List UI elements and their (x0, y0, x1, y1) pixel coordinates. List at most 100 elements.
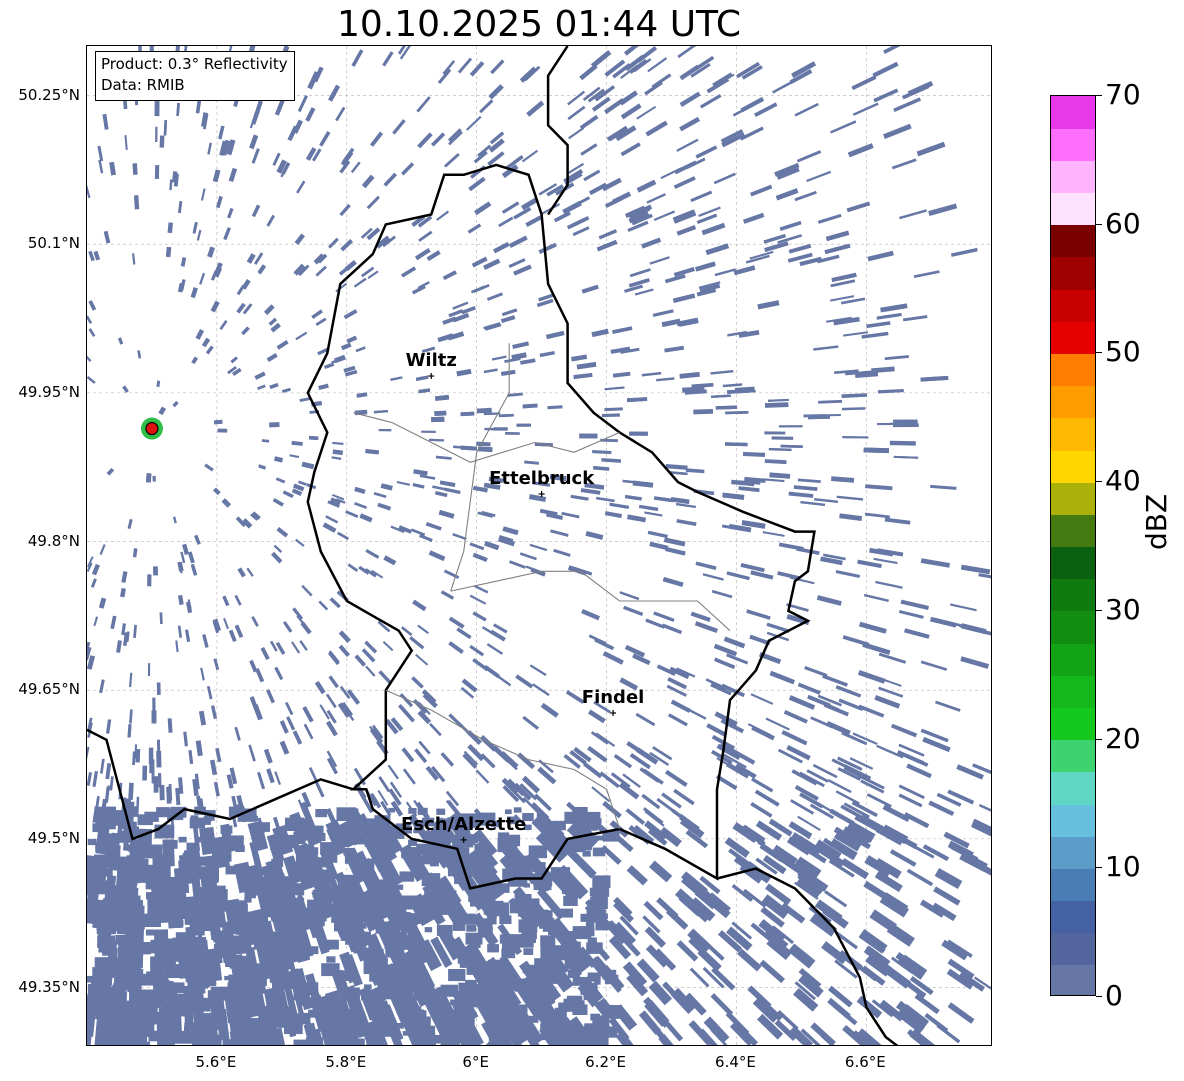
colorbar-segment (1051, 675, 1095, 708)
echo-cell (190, 815, 199, 821)
echo-cell (715, 405, 738, 410)
echo-cell (410, 528, 426, 537)
echo-cell (87, 975, 97, 983)
echo-cell (295, 331, 308, 341)
echo-cell (528, 1015, 539, 1023)
echo-cell (587, 972, 601, 982)
echo-cell (529, 494, 546, 502)
echo-cell (676, 138, 699, 152)
echo-cell (395, 921, 410, 931)
echo-cell (550, 529, 569, 537)
echo-cell (263, 748, 273, 764)
echo-cell (273, 544, 283, 553)
lon-tick-label: 6.6°E (844, 1053, 886, 1071)
echo-cell (493, 427, 508, 431)
echo-cell (762, 531, 785, 537)
echo-cell (369, 880, 380, 888)
echo-cell (457, 57, 473, 74)
echo-cell (442, 316, 457, 325)
echo-cell (204, 1026, 213, 1033)
echo-cell (466, 961, 487, 975)
echo-cell (194, 534, 201, 545)
echo-cell (920, 375, 949, 382)
echo-cell (199, 272, 206, 285)
echo-cell (814, 498, 839, 504)
echo-cell (665, 464, 688, 470)
echo-cell (934, 700, 961, 712)
echo-cell (434, 394, 450, 401)
echo-cell (153, 566, 158, 576)
radar-map-panel[interactable]: Wiltz Ettelbruck Findel Esch/Alzette (86, 45, 992, 1046)
radar-map[interactable]: Wiltz Ettelbruck Findel Esch/Alzette (87, 46, 992, 1046)
echo-cell (779, 220, 802, 231)
echo-cell (197, 971, 212, 981)
echo-cell (206, 956, 220, 966)
echo-cell (670, 699, 691, 713)
echo-cell (928, 800, 955, 817)
echo-cell (223, 617, 230, 630)
echo-cell (882, 123, 912, 140)
echo-cell (169, 179, 173, 191)
echo-cell (627, 397, 648, 403)
echo-cell (904, 628, 930, 639)
echo-cell (213, 419, 223, 425)
colorbar-segment (1051, 707, 1095, 741)
echo-cell (835, 685, 862, 698)
echo-cell (310, 921, 320, 928)
echo-cell (771, 436, 794, 440)
echo-cell (587, 709, 606, 724)
colorbar-tick-label: 0 (1105, 979, 1123, 1012)
echo-cell (200, 667, 205, 681)
echo-cell (353, 277, 367, 288)
echo-cell (872, 61, 899, 78)
echo-cell (332, 441, 344, 445)
echo-cell (124, 135, 128, 150)
echo-cell (604, 196, 623, 208)
echo-cell (369, 967, 389, 982)
colorbar-segment (1051, 610, 1095, 644)
echo-cell (346, 1020, 364, 1033)
echo-cell (920, 660, 948, 671)
echo-cell (163, 119, 168, 136)
echo-cell (190, 867, 208, 880)
echo-cell (832, 1003, 858, 1026)
echo-cell (294, 985, 309, 996)
echo-cell (714, 657, 736, 669)
echo-cell (361, 994, 370, 1001)
echo-cell (477, 927, 493, 938)
echo-cell (165, 877, 179, 886)
echo-cell (253, 967, 263, 974)
echo-cell (788, 243, 812, 254)
echo-cell (579, 114, 599, 130)
echo-cell (461, 305, 476, 315)
echo-cell (177, 625, 183, 638)
echo-cell (180, 257, 187, 267)
echo-cell (472, 552, 488, 562)
echo-cell (258, 868, 269, 876)
echo-cell (797, 682, 821, 695)
echo-cell (206, 685, 213, 700)
echo-cell (297, 95, 308, 113)
echo-cell (529, 543, 548, 552)
echo-cell (102, 946, 116, 956)
radar-site-icon (145, 421, 159, 436)
echo-cell (547, 405, 563, 410)
echo-cell (822, 674, 848, 687)
echo-cell (536, 812, 544, 818)
echo-cell (452, 533, 467, 541)
echo-cell (191, 356, 199, 365)
echo-cell (781, 730, 808, 746)
echo-cell (480, 753, 496, 769)
colorbar-tick-label: 30 (1105, 592, 1141, 626)
echo-cell (512, 341, 530, 349)
echo-cell (651, 73, 672, 89)
echo-cell (674, 160, 697, 175)
echo-cell (474, 843, 492, 856)
echo-cell (518, 919, 538, 933)
echo-cell (695, 145, 718, 159)
echo-cell (629, 431, 648, 436)
echo-cell (523, 948, 534, 955)
colorbar (1050, 95, 1096, 996)
echo-cell (325, 515, 339, 524)
echo-cell (328, 84, 340, 102)
